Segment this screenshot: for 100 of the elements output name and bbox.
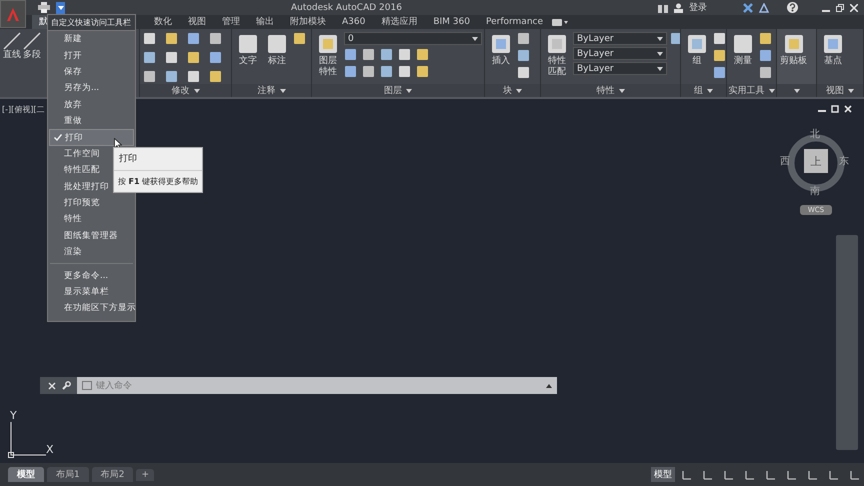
panel-title[interactable]: 组 [694,84,703,97]
menu-item[interactable]: 打印 [49,129,134,146]
status-tool-icon[interactable] [681,468,693,480]
menu-item[interactable]: 另存为... [49,80,134,97]
caret-icon[interactable] [546,384,552,388]
x-icon[interactable] [743,2,753,12]
dropdown-field[interactable]: ByLayer [573,47,667,60]
menu-item[interactable]: 放弃 [49,96,134,113]
tool-icon[interactable] [362,65,375,78]
close-icon[interactable] [850,4,858,12]
caret-icon[interactable] [794,88,800,92]
printer-icon[interactable] [38,2,50,13]
tool-icon[interactable] [670,32,680,45]
add-layout-button[interactable]: + [136,468,154,480]
wrench-icon[interactable] [62,381,71,390]
status-tool-icon[interactable] [723,468,735,480]
compass-label[interactable]: 西 [780,154,790,168]
viewport-label[interactable]: [-][俯视][二 [2,104,44,115]
menu-item[interactable]: 打开 [49,47,134,64]
triangle-icon[interactable] [759,2,769,12]
tool-button[interactable]: 基点 [820,32,846,81]
tool-icon[interactable] [517,66,530,79]
close-icon[interactable] [844,105,852,113]
tool-icon[interactable] [416,48,429,61]
panel-title[interactable]: 图层 [384,84,402,97]
tool-button[interactable]: 图层特性 [315,32,341,81]
tool-icon[interactable] [713,49,726,62]
tool-icon[interactable] [293,32,306,45]
menu-item[interactable]: 在功能区下方显示 [49,300,134,317]
tool-icon[interactable] [187,70,200,83]
compass-label[interactable]: 北 [810,127,820,141]
menu-item[interactable]: 图纸集管理器 [49,228,134,244]
tool-icon[interactable] [143,70,156,83]
model-space-button[interactable]: 模型 [651,467,675,482]
status-tool-icon[interactable] [786,468,798,480]
tool-button[interactable]: 直线 [3,32,21,94]
tool-icon[interactable] [517,32,530,45]
ribbon-tab[interactable]: 管理 [215,15,247,29]
caret-icon[interactable] [516,88,522,92]
dropdown-field[interactable]: ByLayer [573,32,667,45]
layout-tab[interactable]: 布局1 [47,467,89,482]
status-tool-icon[interactable] [807,468,819,480]
tool-icon[interactable] [759,66,772,79]
ribbon-tab[interactable]: 视图 [181,15,213,29]
restore-icon[interactable] [831,105,839,113]
status-tool-icon[interactable] [849,468,861,480]
menu-item[interactable]: 特性 [49,211,134,228]
tool-icon[interactable] [165,51,178,64]
tool-button[interactable]: 测量 [730,32,756,81]
tool-icon[interactable] [713,32,726,45]
tool-icon[interactable] [398,48,411,61]
menu-item[interactable]: 更多命令... [49,267,134,284]
menu-item[interactable]: 新建 [49,31,134,48]
caret-icon[interactable] [194,88,200,92]
status-tool-icon[interactable] [744,468,756,480]
ribbon-tab[interactable]: 精选应用 [374,15,424,29]
tool-button[interactable]: 多段 [23,32,41,94]
tool-icon[interactable] [416,65,429,78]
panel-title[interactable]: 修改 [172,84,190,97]
panel-toggle-icon[interactable] [552,18,568,26]
tool-icon[interactable] [759,49,772,62]
tool-button[interactable]: 组 [684,32,710,81]
tool-button[interactable]: 文字 [235,32,261,81]
caret-icon[interactable] [848,88,854,92]
tool-icon[interactable] [398,65,411,78]
panel-title[interactable]: 特性 [596,84,614,97]
dropdown-field[interactable]: 0 [344,32,482,45]
menu-item[interactable]: 打印预览 [49,194,134,212]
tool-icon[interactable] [165,32,178,45]
sign-in-link[interactable]: 登录 [689,1,707,14]
caret-icon[interactable] [707,88,713,92]
dropdown-button[interactable] [56,2,65,14]
tool-icon[interactable] [380,48,393,61]
tool-icon[interactable] [517,49,530,62]
menu-item[interactable]: 重做 [49,112,134,130]
tool-icon[interactable] [344,48,357,61]
ribbon-tab[interactable]: 附加模块 [283,15,333,29]
ribbon-tab[interactable]: A360 [335,15,372,29]
caret-icon[interactable] [406,88,412,92]
prompt-icon[interactable] [82,381,92,390]
tool-icon[interactable] [209,51,222,64]
status-tool-icon[interactable] [702,468,714,480]
tool-button[interactable]: 标注 [264,32,290,81]
view-cube-face[interactable]: 上 [804,149,828,173]
tool-icon[interactable] [165,70,178,83]
binoculars-icon[interactable] [658,2,668,12]
tool-icon[interactable] [187,51,200,64]
menu-item[interactable]: 渲染 [49,244,134,260]
tool-button[interactable]: 插入 [488,32,514,81]
tool-icon[interactable] [209,32,222,45]
status-tool-icon[interactable] [828,468,840,480]
ribbon-tab[interactable]: BIM 360 [426,15,477,29]
tool-button[interactable]: 剪贴板 [780,32,807,81]
status-tool-icon[interactable] [765,468,777,480]
close-icon[interactable] [48,382,56,390]
tool-icon[interactable] [143,32,156,45]
ribbon-tab[interactable]: 数化 [147,15,179,29]
tool-button[interactable]: 特性匹配 [544,32,570,81]
tool-icon[interactable] [344,65,357,78]
menu-item[interactable]: 保存 [49,64,134,80]
